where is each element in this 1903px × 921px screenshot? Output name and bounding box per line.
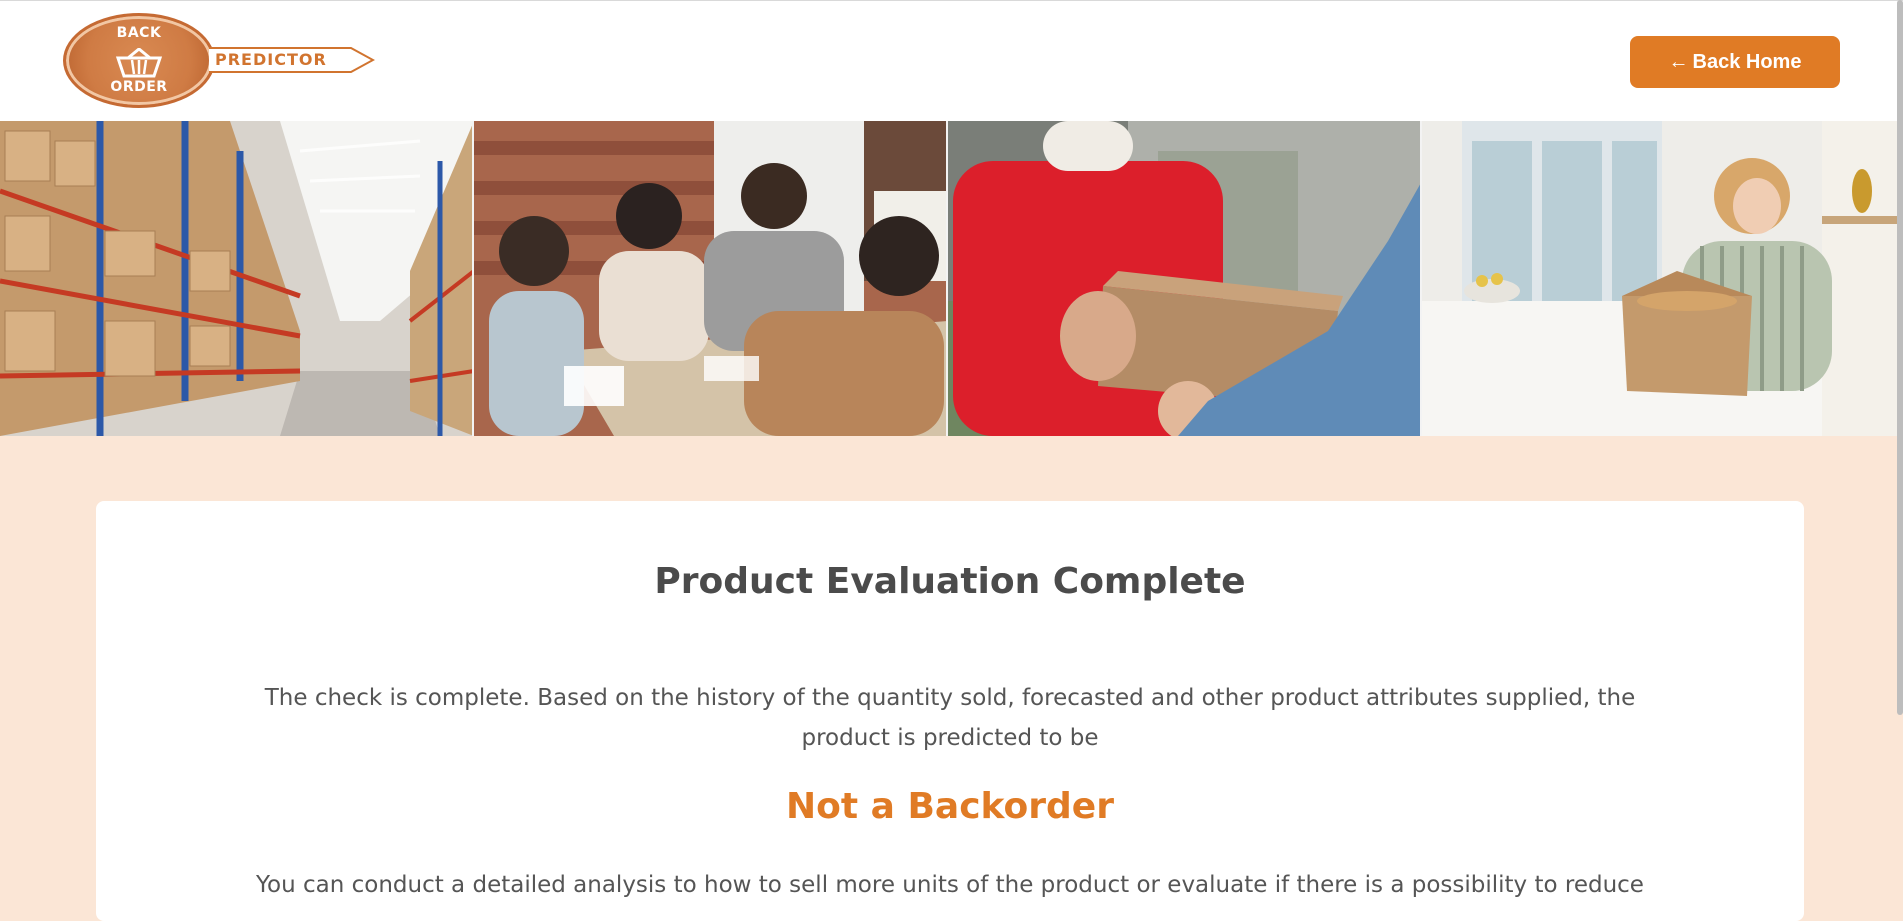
result-card: Product Evaluation Complete The check is… <box>96 501 1804 921</box>
logo-seal-bottom-text: ORDER <box>110 79 168 95</box>
unboxing-image <box>1422 121 1903 436</box>
analysis-suggestion: You can conduct a detailed analysis to h… <box>256 872 1644 898</box>
back-home-button[interactable]: ← Back Home <box>1630 36 1840 88</box>
page-title: Product Evaluation Complete <box>654 561 1246 602</box>
vertical-scrollbar[interactable] <box>1897 0 1903 715</box>
back-home-label: Back Home <box>1692 50 1802 73</box>
header: BACK ORDER PREDICTOR ← Back Home <box>0 0 1903 121</box>
result-description: The check is complete. Based on the hist… <box>264 685 1636 751</box>
prediction-result: Not a Backorder <box>786 786 1114 827</box>
logo-seal: BACK ORDER <box>63 13 215 108</box>
back-order-predictor-logo[interactable]: BACK ORDER PREDICTOR <box>63 13 375 108</box>
logo-seal-top-text: BACK <box>116 25 162 41</box>
banner <box>0 121 1903 436</box>
logo-arrow-label: PREDICTOR <box>215 50 327 69</box>
left-arrow-icon: ← <box>1668 50 1689 73</box>
basket-icon <box>115 48 163 78</box>
team-meeting-image <box>474 121 948 436</box>
warehouse-image <box>0 121 474 436</box>
delivery-image <box>948 121 1422 436</box>
